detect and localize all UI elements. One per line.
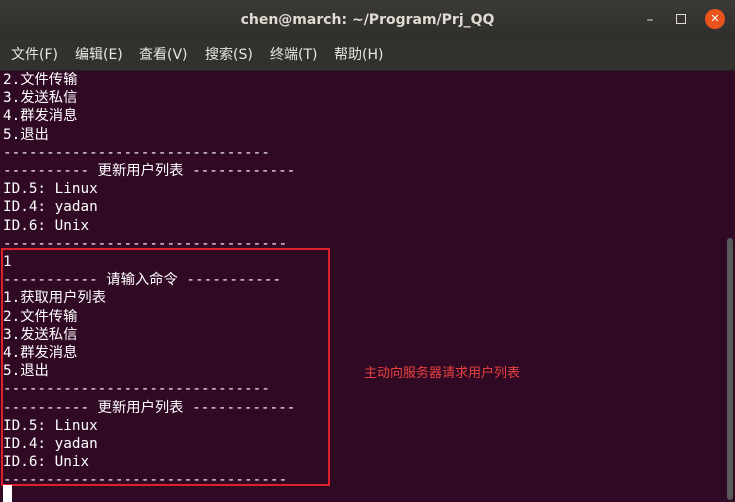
window-titlebar[interactable]: chen@march: ~/Program/Prj_QQ – ✕ [0, 0, 735, 41]
menu-item-view[interactable]: 查看(V) [139, 40, 188, 70]
terminal-line: 5.退出 [3, 126, 49, 143]
menu-item-search[interactable]: 搜索(S) [205, 40, 253, 70]
annotation-text: 主动向服务器请求用户列表 [364, 366, 521, 381]
terminal-line: ------------------------------- [3, 144, 270, 161]
terminal-line: ID.6: Unix [3, 217, 90, 234]
terminal-line: ID.4: yadan [3, 199, 98, 216]
terminal-line: ---------- 更新用户列表 ------------ [3, 163, 296, 179]
maximize-icon[interactable] [671, 10, 691, 30]
terminal-line: 3.发送私信 [3, 90, 78, 107]
terminal-line: ID.5: Linux [3, 181, 98, 198]
close-icon[interactable]: ✕ [705, 9, 725, 29]
minimize-icon[interactable]: – [640, 10, 660, 30]
menu-item-edit[interactable]: 编辑(E) [75, 40, 123, 70]
terminal-line: 2.文件传输 [3, 72, 78, 88]
menu-item-file[interactable]: 文件(F) [11, 40, 58, 70]
highlight-annotation-box [1, 248, 330, 486]
scrollbar-thumb[interactable] [727, 238, 733, 500]
window-title: chen@march: ~/Program/Prj_QQ [240, 12, 495, 28]
terminal-line: 4.群发消息 [3, 108, 78, 125]
menu-item-terminal[interactable]: 终端(T) [270, 40, 317, 70]
menu-bar: 文件(F) 编辑(E) 查看(V) 搜索(S) 终端(T) 帮助(H) [0, 40, 735, 71]
menu-item-help[interactable]: 帮助(H) [334, 40, 383, 70]
terminal-cursor [3, 485, 12, 502]
